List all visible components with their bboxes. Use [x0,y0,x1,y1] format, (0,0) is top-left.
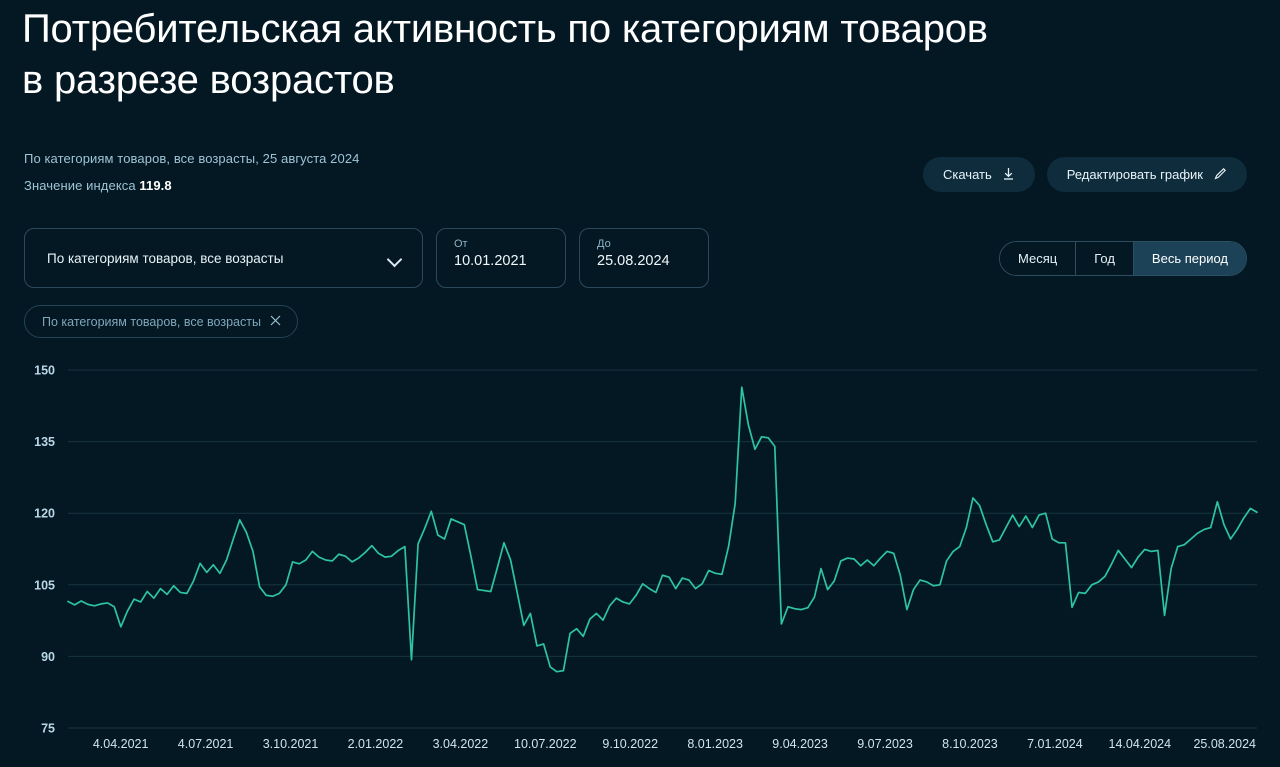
chart-gridlines [68,369,1257,729]
filter-controls: По категориям товаров, все возрасты От 1… [24,228,709,288]
chart-subtitle: По категориям товаров, все возрасты, 25 … [24,151,360,166]
index-value: 119.8 [139,178,172,193]
x-axis-tick-label: 3.10.2021 [263,737,319,751]
line-chart[interactable]: 150 135 120 105 90 75 4.04.2021 4.07.2021 3.10.… [0,350,1280,767]
y-axis-tick-label: 120 [34,507,55,521]
category-select[interactable]: По категориям товаров, все возрасты [24,228,423,288]
chevron-down-icon [388,254,403,263]
x-axis-tick-label: 9.07.2023 [857,737,913,751]
header-actions: Скачать Редактировать график [922,157,1247,192]
x-axis-tick-label: 3.04.2022 [433,737,489,751]
x-axis-tick-label: 9.10.2022 [602,737,658,751]
close-icon[interactable] [270,315,281,328]
category-select-value: По категориям товаров, все возрасты [47,250,284,266]
period-switch: Месяц Год Весь период [999,241,1247,276]
index-value-line: Значение индекса 119.8 [24,178,172,193]
date-from-value: 10.01.2021 [454,253,527,269]
period-option-year[interactable]: Год [1076,242,1134,275]
index-label: Значение индекса [24,178,136,193]
chart-series [67,386,1258,673]
date-to-value: 25.08.2024 [597,253,670,269]
page-title: Потребительская активность по категориям… [22,7,988,102]
period-option-all[interactable]: Весь период [1133,242,1246,275]
download-icon [1002,167,1015,183]
date-from-field[interactable]: От 10.01.2021 [436,228,566,288]
date-to-label: До [597,238,611,250]
date-from-label: От [454,238,468,250]
x-axis-tick-label: 10.07.2022 [514,737,577,751]
period-option-month[interactable]: Месяц [1000,242,1077,275]
date-to-field[interactable]: До 25.08.2024 [579,228,709,288]
y-axis-tick-label: 105 [34,578,55,592]
x-axis-tick-label: 2.01.2022 [348,737,404,751]
y-axis-tick-label: 135 [34,435,55,449]
chart-x-axis: 4.04.2021 4.07.2021 3.10.2021 2.01.2022 3.04… [93,737,1256,751]
series-line [67,386,1258,673]
x-axis-tick-label: 4.04.2021 [93,737,149,751]
chart-page: Потребительская активность по категориям… [0,0,1280,767]
x-axis-tick-label: 9.04.2023 [772,737,828,751]
edit-chart-button-label: Редактировать график [1066,167,1203,182]
pencil-icon [1213,167,1227,183]
x-axis-tick-label: 8.01.2023 [687,737,743,751]
x-axis-tick-label: 25.08.2024 [1193,737,1256,751]
x-axis-tick-label: 7.01.2024 [1027,737,1083,751]
x-axis-tick-label: 4.07.2021 [178,737,234,751]
y-axis-tick-label: 90 [41,650,55,664]
x-axis-tick-label: 8.10.2023 [942,737,998,751]
download-button-label: Скачать [942,167,992,182]
chart-y-axis: 150 135 120 105 90 75 [34,364,55,736]
chart-canvas[interactable]: 150 135 120 105 90 75 4.04.2021 4.07.2021 3.10.… [0,350,1280,767]
y-axis-tick-label: 75 [41,722,55,736]
x-axis-tick-label: 14.04.2024 [1109,737,1172,751]
y-axis-tick-label: 150 [34,364,55,378]
edit-chart-button[interactable]: Редактировать график [1046,157,1247,192]
active-filter-chip-label: По категориям товаров, все возрасты [42,314,261,329]
download-button[interactable]: Скачать [922,157,1035,192]
active-filter-chip[interactable]: По категориям товаров, все возрасты [24,305,298,338]
